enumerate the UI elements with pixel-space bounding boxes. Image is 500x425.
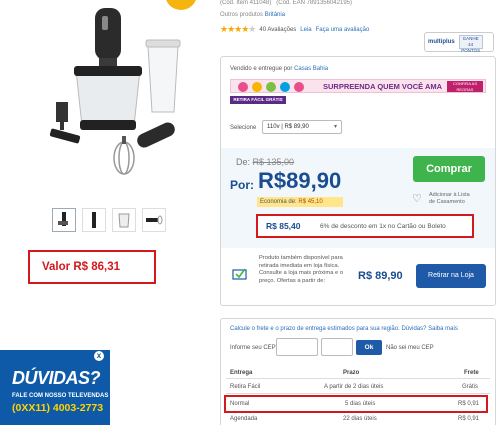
row-agendada-prazo: 22 dias úteis	[343, 416, 377, 422]
seller-link[interactable]: Casas Bahia	[294, 66, 328, 72]
write-review-link[interactable]: Faça uma avaliação	[316, 27, 370, 33]
shipping-help-link[interactable]: Dúvidas? Saiba mais	[401, 326, 457, 332]
current-price: R$89,90	[258, 168, 342, 193]
close-icon[interactable]: x	[94, 351, 104, 361]
por-label: Por:	[230, 178, 254, 192]
retira-badge: RETIRA FÁCIL GRÁTIS	[230, 96, 286, 104]
thumbnail-3[interactable]	[112, 208, 136, 232]
multiplus-widget[interactable]: multiplus GANHE 44 PONTOS	[424, 32, 494, 53]
multiplus-logo: multiplus	[428, 39, 455, 45]
unknown-cep-link[interactable]: Não sei meu CEP	[386, 345, 434, 351]
cep-label: Informe seu CEP:	[230, 345, 278, 351]
pickup-in-store-button[interactable]: Retirar na Loja	[416, 264, 486, 288]
old-price: De: R$ 135,00	[236, 157, 295, 167]
brand-line: Outros produtos Britânia	[220, 12, 286, 18]
row-retira-frete: Grátis	[462, 384, 479, 390]
store-check-icon	[232, 268, 247, 280]
help-title: DÚVIDAS?	[12, 368, 101, 388]
rating: ★★★★★ 40 Avaliações Leia Faça uma avalia…	[220, 24, 369, 35]
star-rating-icon: ★★★★★	[220, 24, 256, 34]
cep-input-suffix[interactable]	[321, 338, 353, 356]
col-header-prazo: Prazo	[343, 370, 360, 376]
variant-label: Selecione	[230, 125, 257, 131]
promo-text: SURPREENDA QUEM VOCÊ AMA	[323, 82, 443, 91]
promo-rules-button[interactable]: CONFIRA AS REGRAS	[447, 81, 483, 92]
thumbnail-4[interactable]	[142, 208, 166, 232]
reviews-count[interactable]: 40 Avaliações	[259, 27, 296, 33]
product-image	[49, 8, 181, 175]
help-subtitle: FALE COM NOSSO TELEVENDAS	[12, 393, 109, 399]
help-phone: (0XX11) 4003-2773	[12, 402, 104, 414]
thumbnail-strip	[52, 208, 166, 232]
valor-annotation: Valor R$ 86,31	[28, 250, 156, 284]
variant-select[interactable]: 110v | R$ 89,90 ▾	[262, 120, 342, 134]
seller-line: Vendido e entregue por Casas Bahia	[230, 66, 329, 72]
promo-illustration-icon	[238, 82, 304, 92]
brand-link[interactable]: Britânia	[265, 12, 285, 18]
cep-input-prefix[interactable]	[276, 338, 318, 356]
normal-highlight	[224, 395, 488, 413]
table-divider	[226, 378, 490, 379]
thumbnail-1[interactable]	[52, 208, 76, 232]
buy-button[interactable]: Comprar	[413, 156, 485, 182]
row-agendada-name: Agendada	[230, 416, 258, 422]
store-price: R$ 89,90	[358, 270, 403, 282]
shipping-calc-text: Calcule o frete e o prazo de entrega est…	[230, 326, 458, 332]
card-discount-box: R$ 85,40 6% de desconto em 1x no Cartão …	[256, 214, 474, 238]
cep-ok-button[interactable]: Ok	[356, 340, 382, 355]
help-banner[interactable]: DÚVIDAS? FALE COM NOSSO TELEVENDAS (0XX1…	[0, 350, 110, 425]
savings-badge: Economia de: R$ 45,10	[257, 197, 343, 207]
store-pickup-text: Produto também disponível para retirada …	[259, 255, 344, 284]
col-header-frete: Frete	[464, 370, 479, 376]
points-badge: GANHE 44 PONTOS	[458, 35, 483, 53]
chevron-down-icon: ▾	[333, 124, 337, 130]
thumbnail-2[interactable]	[82, 208, 106, 232]
product-codes: (Cód. Item 411048) (Cód. EAN 78913560421…	[220, 0, 352, 6]
col-header-entrega: Entrega	[230, 370, 253, 376]
promo-banner[interactable]: SURPREENDA QUEM VOCÊ AMA CONFIRA AS REGR…	[230, 79, 486, 93]
row-retira-name: Retira Fácil	[230, 384, 261, 390]
heart-icon: ♡	[412, 193, 422, 205]
wishlist-button[interactable]: ♡ Adicionar à Lista de Casamento	[412, 190, 492, 214]
card-discount-text: 6% de desconto em 1x no Cartão ou Boleto	[320, 223, 446, 230]
card-price: R$ 85,40	[266, 221, 301, 231]
table-divider	[226, 393, 490, 394]
read-reviews-link[interactable]: Leia	[300, 27, 311, 33]
row-agendada-frete: R$ 0,91	[458, 416, 480, 422]
row-retira-prazo: A partir de 2 dias úteis	[324, 384, 384, 390]
